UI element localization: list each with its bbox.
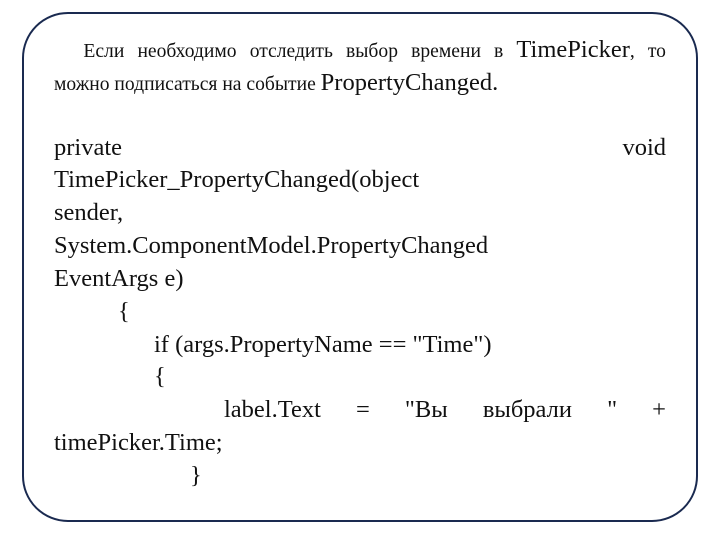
code-line-10: timePicker.Time; <box>54 427 666 460</box>
code-line-4: System.ComponentModel.PropertyChanged <box>54 230 666 263</box>
code-line-11: } <box>54 460 666 493</box>
code-line-9-rest: label.Text = "Вы выбрали " + <box>224 394 666 427</box>
blank-line <box>54 100 666 132</box>
code-void: void <box>622 132 666 165</box>
code-line-8: { <box>54 361 666 394</box>
code-line-3: sender, <box>54 197 666 230</box>
intro-prefix: Если необходимо отследить выбор времени … <box>83 41 516 62</box>
code-line-2: TimePicker_PropertyChanged(object <box>54 164 666 197</box>
code-line-5: EventArgs e) <box>54 263 666 296</box>
intro-paragraph: Если необходимо отследить выбор времени … <box>54 34 666 100</box>
code-block: private void TimePicker_PropertyChanged(… <box>54 132 666 493</box>
code-line-7: if (args.PropertyName == "Time") <box>54 329 666 362</box>
intro-propchanged: PropertyChanged. <box>321 69 499 96</box>
code-line-1: private void <box>54 132 666 165</box>
code-line-9-lead <box>54 394 224 427</box>
slide-frame: Если необходимо отследить выбор времени … <box>22 12 698 522</box>
code-line-9: label.Text = "Вы выбрали " + <box>54 394 666 427</box>
intro-timepicker: TimePicker <box>516 36 629 63</box>
code-line-6: { <box>54 296 666 329</box>
code-private: private <box>54 132 122 165</box>
slide-content: Если необходимо отследить выбор времени … <box>54 34 666 493</box>
